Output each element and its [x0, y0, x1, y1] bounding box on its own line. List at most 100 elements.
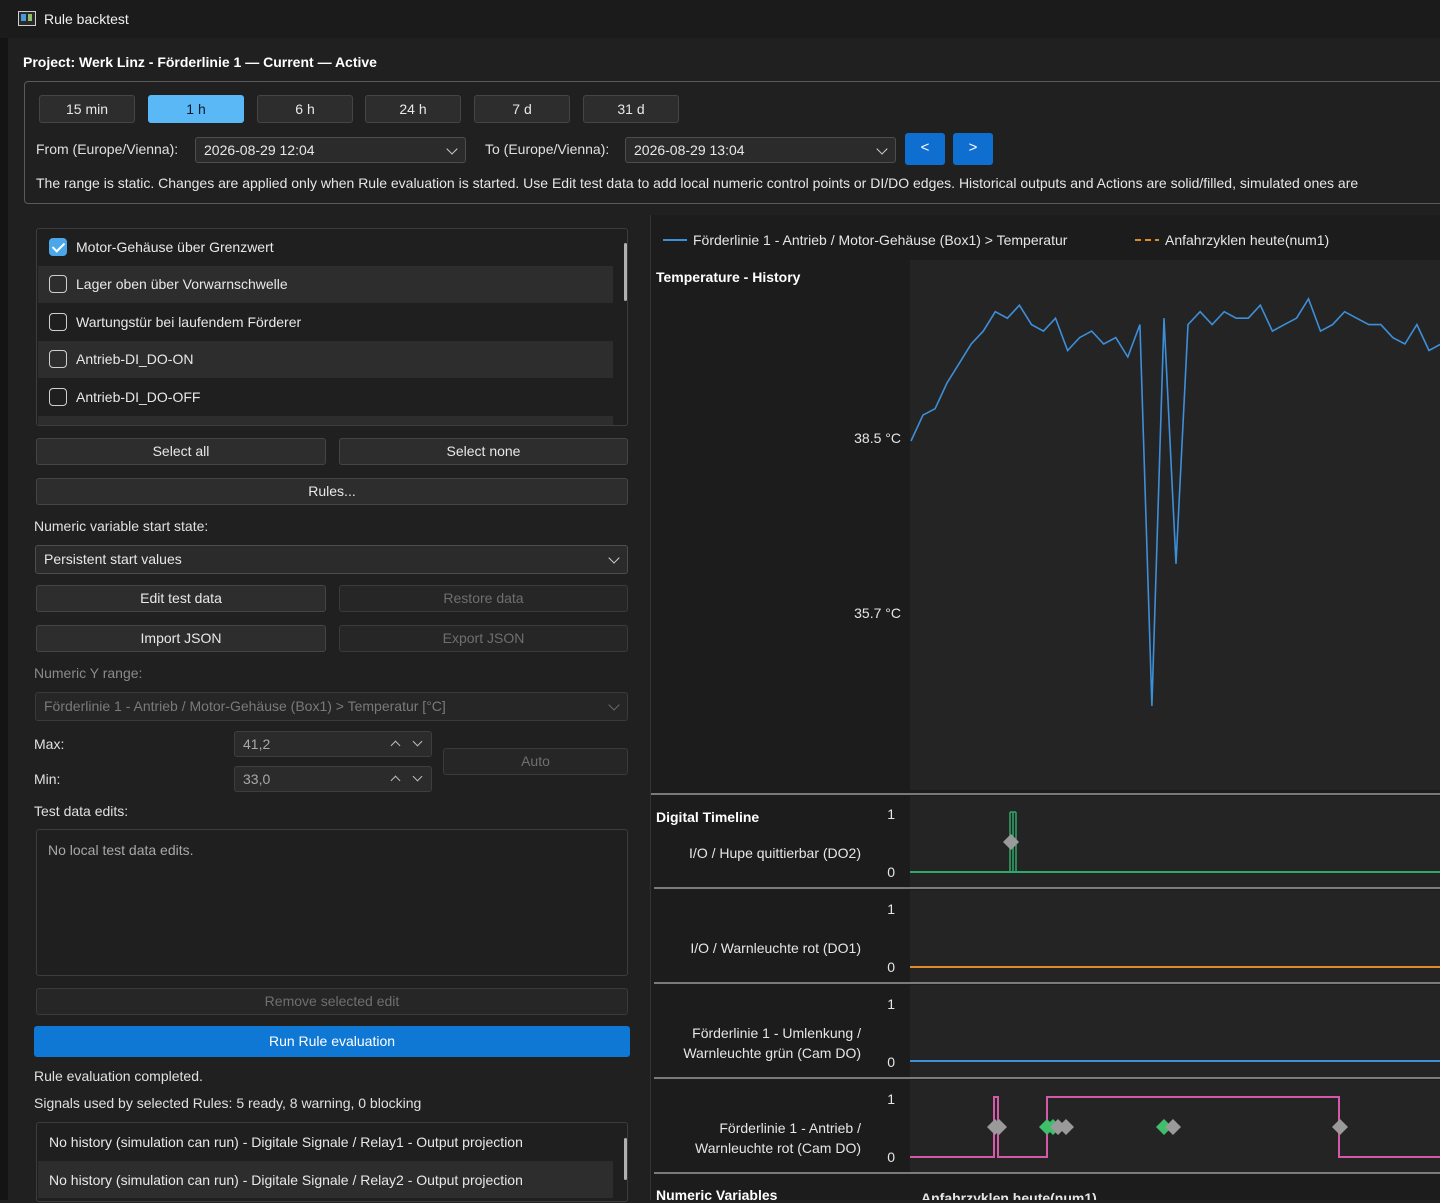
signal-item-label: No history (simulation can run) - Digita…	[49, 1134, 523, 1150]
y-tick-label: 38.5 °C	[854, 430, 901, 446]
rule-item-label: Antrieb-DI_DO-ON	[76, 351, 194, 367]
edits-empty-text: No local test data edits.	[48, 842, 194, 858]
track-area	[910, 796, 1440, 888]
preset-1h-button[interactable]: 1 h	[148, 95, 244, 123]
numeric-start-select[interactable]: Persistent start values	[35, 545, 628, 574]
select-none-button[interactable]: Select none	[339, 438, 628, 465]
import-json-button[interactable]: Import JSON	[36, 625, 326, 652]
rules-scrollbar[interactable]	[624, 243, 627, 301]
run-rule-evaluation-button[interactable]: Run Rule evaluation	[34, 1026, 630, 1057]
chevron-down-icon	[608, 552, 620, 564]
track-low-label: 0	[887, 1054, 895, 1070]
track-area	[910, 890, 1440, 983]
track-low-label: 0	[887, 864, 895, 880]
track-label: I/O / Warnleuchte rot (DO1)	[690, 940, 861, 956]
rule-checkbox[interactable]	[49, 388, 67, 406]
title-bar	[0, 0, 1440, 38]
signals-summary: Signals used by selected Rules: 5 ready,…	[34, 1095, 422, 1111]
track-label: Warnleuchte rot (Cam DO)	[695, 1140, 861, 1156]
temperature-plot-area	[910, 260, 1440, 790]
track-high-label: 1	[887, 901, 895, 917]
to-datetime-select[interactable]: 2026-08-29 13:04	[625, 137, 896, 163]
next-range-button[interactable]: >	[953, 133, 993, 165]
legend-label-temperature: Förderlinie 1 - Antrieb / Motor-Gehäuse …	[693, 232, 1068, 248]
rule-item-label: Motor-Gehäuse über Grenzwert	[76, 239, 274, 255]
signal-item[interactable]: No history (simulation can run) - Digita…	[38, 1161, 613, 1198]
rule-item-label: Antrieb-DI_DO-OFF	[76, 389, 201, 405]
y-range-variable-value: Förderlinie 1 - Antrieb / Motor-Gehäuse …	[44, 698, 446, 714]
rule-item[interactable]: Wartungstür bei laufendem Förderer	[38, 304, 613, 341]
legend-label-cycles: Anfahrzyklen heute(num1)	[1165, 232, 1329, 248]
track-high-label: 1	[887, 996, 895, 1012]
evaluation-status: Rule evaluation completed.	[34, 1068, 203, 1084]
max-label: Max:	[34, 736, 65, 752]
digital-timeline-title: Digital Timeline	[656, 809, 759, 825]
rule-checkbox[interactable]	[49, 350, 67, 368]
from-datetime-select[interactable]: 2026-08-29 12:04	[195, 137, 466, 163]
track-high-label: 1	[887, 1091, 895, 1107]
rules-button[interactable]: Rules...	[36, 478, 628, 505]
max-spinbox[interactable]: 41,2	[234, 731, 432, 757]
edit-test-data-button[interactable]: Edit test data	[36, 585, 326, 612]
from-datetime-value: 2026-08-29 12:04	[204, 142, 315, 158]
export-json-button[interactable]: Export JSON	[339, 625, 628, 652]
track-label: Förderlinie 1 - Umlenkung /	[692, 1025, 861, 1041]
track-low-label: 0	[887, 959, 895, 975]
numeric-variables-title: Numeric Variables	[656, 1187, 778, 1200]
y-tick-label: 35.7 °C	[854, 605, 901, 621]
select-all-button[interactable]: Select all	[36, 438, 326, 465]
chevron-up-icon[interactable]	[390, 740, 401, 751]
chevron-down-icon[interactable]	[412, 736, 423, 747]
chevron-down-icon	[446, 143, 458, 155]
test-data-edits-list[interactable]: No local test data edits.	[36, 829, 628, 976]
app-icon	[18, 11, 36, 26]
track-label: I/O / Hupe quittierbar (DO2)	[689, 845, 861, 861]
rule-item[interactable]: Lager oben über Vorwarnschwelle	[38, 266, 613, 303]
preset-7d-button[interactable]: 7 d	[474, 95, 570, 123]
track-low-label: 0	[887, 1149, 895, 1165]
restore-data-button[interactable]: Restore data	[339, 585, 628, 612]
preset-6h-button[interactable]: 6 h	[257, 95, 353, 123]
chart-panel: Förderlinie 1 - Antrieb / Motor-Gehäuse …	[650, 215, 1440, 1203]
to-datetime-value: 2026-08-29 13:04	[634, 142, 745, 158]
rule-item[interactable]: Antrieb-DI_DO-OFF	[38, 379, 613, 416]
chevron-up-icon[interactable]	[390, 775, 401, 786]
min-label: Min:	[34, 771, 61, 787]
min-value: 33,0	[243, 771, 271, 787]
chart-svg: Förderlinie 1 - Antrieb / Motor-Gehäuse …	[651, 232, 1440, 1203]
auto-range-button[interactable]: Auto	[443, 748, 628, 775]
rule-item-partial[interactable]	[38, 416, 613, 426]
y-range-variable-select[interactable]: Förderlinie 1 - Antrieb / Motor-Gehäuse …	[35, 692, 628, 721]
track-high-label: 1	[887, 806, 895, 822]
signal-item-label: No history (simulation can run) - Digita…	[49, 1172, 523, 1188]
signal-item[interactable]: No history (simulation can run) - Digita…	[38, 1123, 613, 1160]
preset-15min-button[interactable]: 15 min	[39, 95, 135, 123]
range-info-text: The range is static. Changes are applied…	[36, 175, 1359, 191]
preset-31d-button[interactable]: 31 d	[583, 95, 679, 123]
max-value: 41,2	[243, 736, 271, 752]
rule-checkbox-checked[interactable]	[49, 238, 67, 256]
rule-item[interactable]: Antrieb-DI_DO-ON	[38, 341, 613, 378]
chevron-down-icon	[608, 699, 620, 711]
rule-checkbox[interactable]	[49, 425, 67, 426]
track-label: Warnleuchte grün (Cam DO)	[683, 1045, 861, 1061]
signals-scrollbar[interactable]	[624, 1138, 627, 1180]
signals-list: No history (simulation can run) - Digita…	[36, 1122, 628, 1202]
previous-range-button[interactable]: <	[905, 133, 945, 165]
min-spinbox[interactable]: 33,0	[234, 766, 432, 792]
chevron-down-icon	[876, 143, 888, 155]
project-title: Project: Werk Linz - Förderlinie 1 — Cur…	[23, 54, 377, 70]
chevron-down-icon[interactable]	[412, 771, 423, 782]
rules-list: Motor-Gehäuse über Grenzwert Lager oben …	[36, 228, 628, 426]
remove-edit-button[interactable]: Remove selected edit	[36, 988, 628, 1015]
temperature-chart-title: Temperature - History	[656, 269, 801, 285]
numeric-start-value: Persistent start values	[44, 551, 182, 567]
rule-item-label: Lager oben über Vorwarnschwelle	[76, 276, 288, 292]
rule-checkbox[interactable]	[49, 275, 67, 293]
rule-item-label: Wartungstür bei laufendem Förderer	[76, 314, 302, 330]
rule-item[interactable]: Motor-Gehäuse über Grenzwert	[38, 229, 613, 266]
preset-24h-button[interactable]: 24 h	[365, 95, 461, 123]
window-title: Rule backtest	[44, 11, 129, 27]
window-edge	[0, 38, 8, 1200]
rule-checkbox[interactable]	[49, 313, 67, 331]
